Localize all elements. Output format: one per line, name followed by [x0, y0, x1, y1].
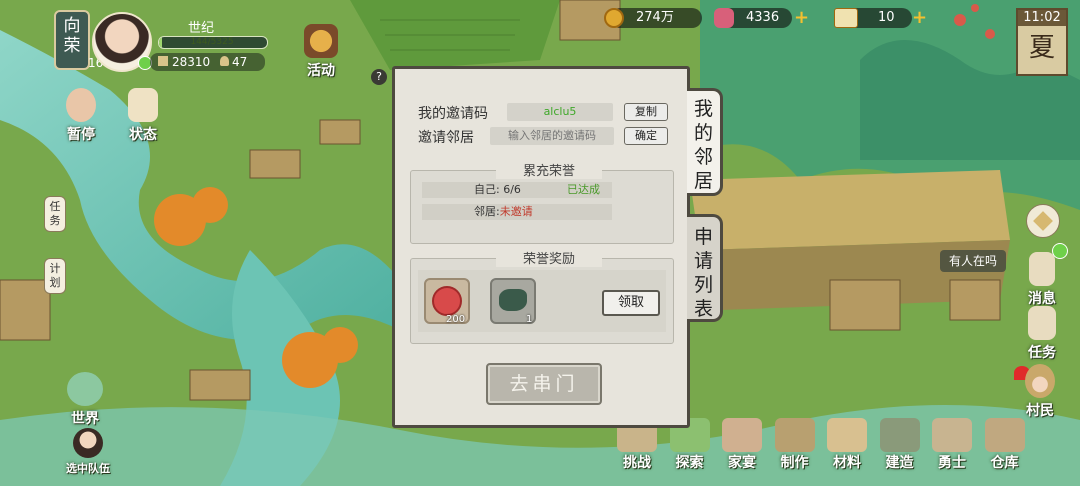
season-clock[interactable]: 11:02 夏	[1016, 8, 1068, 76]
honor-title: 累充荣誉	[496, 160, 602, 179]
population-icon	[220, 56, 230, 66]
team-label: 选中队伍	[66, 462, 110, 475]
right-tasks-button[interactable]: 任务	[1020, 306, 1064, 362]
right-tasks-label: 任务	[1028, 345, 1056, 361]
materials-label: 材料	[833, 455, 861, 471]
neighbor-progress-row: 邻居:未邀请	[422, 204, 612, 220]
team-leader-icon	[73, 428, 103, 458]
population-value: 47	[232, 55, 248, 69]
task-scroll-icon	[1028, 306, 1056, 340]
jade-stone-icon	[499, 289, 527, 311]
gem-icon	[714, 8, 734, 28]
messages-label: 消息	[1028, 291, 1056, 307]
activity-button[interactable]: 活动	[298, 24, 344, 80]
build-label: 建造	[885, 455, 914, 471]
warehouse-label: 仓库	[990, 455, 1019, 471]
flower-menu-button[interactable]	[1026, 204, 1060, 238]
add-gems-button[interactable]: +	[794, 7, 809, 28]
tab-my-neighbors-label: 我的邻居	[693, 98, 713, 192]
confirm-button[interactable]: 确定	[624, 127, 668, 145]
era-label: 世纪	[188, 21, 215, 36]
world-button[interactable]: 世界	[60, 372, 110, 428]
pause-button[interactable]: 暂停	[56, 88, 106, 144]
self-status: 已达成	[567, 183, 600, 196]
self-progress: 6/6	[503, 183, 521, 196]
tab-applications[interactable]: 申请列表	[687, 214, 723, 322]
tab-my-neighbors[interactable]: 我的邻居	[687, 88, 723, 196]
reward-item[interactable]: 1	[490, 278, 536, 325]
challenge-label: 挑战	[623, 455, 651, 471]
explore-label: 探索	[675, 455, 704, 471]
coin-icon	[604, 8, 624, 28]
villagers-button[interactable]: 村民	[1018, 364, 1062, 420]
scroll-icon	[1029, 252, 1055, 286]
materials-icon	[827, 418, 867, 452]
red-seal-icon	[432, 286, 462, 316]
hand-icon	[66, 88, 96, 122]
activity-label: 活动	[307, 63, 335, 79]
coin-value: 274万	[636, 10, 674, 25]
warriors-icon	[932, 418, 972, 452]
ticket-icon	[834, 8, 858, 28]
speech-bubble: 有人在吗	[940, 250, 1006, 272]
building-icon	[128, 88, 158, 122]
craft-icon	[774, 418, 815, 452]
craft-button[interactable]: 制作	[770, 418, 820, 472]
craft-label: 制作	[780, 455, 809, 471]
experience-text: 144/5325	[190, 37, 234, 47]
claim-button[interactable]: 领取	[602, 290, 660, 316]
warehouse-button[interactable]: 仓库	[980, 418, 1030, 472]
feast-icon	[722, 418, 762, 452]
self-progress-row: 自己: 6/6 已达成	[422, 182, 612, 198]
visit-neighbor-button[interactable]: 去串门	[486, 363, 602, 405]
tab-applications-label: 申请列表	[693, 226, 713, 320]
clock-time: 11:02	[1018, 10, 1066, 26]
self-label: 自己:	[474, 183, 500, 196]
neighbor-label: 邻居:	[474, 205, 500, 218]
feast-button[interactable]: 家宴	[717, 418, 767, 472]
materials-button[interactable]: 材料	[822, 418, 872, 472]
villagers-label: 村民	[1026, 403, 1054, 419]
neighbor-status: 未邀请	[499, 205, 533, 218]
reward-title: 荣誉奖励	[496, 248, 602, 267]
build-button[interactable]: 建造	[875, 418, 925, 472]
resource-value: 28310	[172, 55, 211, 69]
feast-label: 家宴	[728, 455, 756, 471]
coin-counter: 274万	[604, 8, 702, 28]
invite-code-input[interactable]	[490, 127, 614, 145]
world-map-icon	[67, 372, 103, 406]
villager-icon	[1025, 364, 1055, 398]
invite-neighbor-label: 邀请邻居	[418, 130, 474, 146]
warriors-button[interactable]: 勇士	[927, 418, 977, 472]
world-label: 世界	[71, 411, 99, 427]
ticket-value: 10	[878, 10, 895, 25]
warehouse-icon	[984, 418, 1025, 452]
gem-counter: 4336	[714, 8, 792, 28]
tasks-tab[interactable]: 任务	[44, 196, 66, 232]
player-name-badge[interactable]: 向荣	[54, 10, 90, 70]
copy-button[interactable]: 复制	[624, 103, 668, 121]
reward-count: 200	[446, 314, 466, 325]
granary-icon	[158, 56, 168, 66]
ticket-counter: 10	[834, 8, 912, 28]
status-label: 状态	[129, 127, 157, 143]
reward-count: 1	[526, 314, 533, 325]
pause-label: 暂停	[67, 127, 95, 143]
add-tickets-button[interactable]: +	[912, 7, 927, 28]
status-button[interactable]: 状态	[118, 88, 168, 144]
warriors-label: 勇士	[938, 455, 966, 471]
build-icon	[879, 418, 920, 452]
resource-bar: 28310 47	[150, 53, 265, 71]
activity-icon	[304, 24, 338, 58]
plan-tab[interactable]: 计划	[44, 258, 66, 294]
gem-value: 4336	[746, 10, 780, 25]
invite-code-label: 我的邀请码	[418, 106, 488, 122]
help-button[interactable]: ?	[371, 69, 387, 85]
reward-item[interactable]: 200	[424, 278, 470, 325]
messages-button[interactable]: 消息	[1020, 252, 1064, 308]
invite-code-value: alclu5	[507, 103, 613, 121]
team-select-button[interactable]: 选中队伍	[56, 428, 120, 476]
flower-icon	[1033, 211, 1053, 231]
season-label: 夏	[1028, 33, 1055, 63]
